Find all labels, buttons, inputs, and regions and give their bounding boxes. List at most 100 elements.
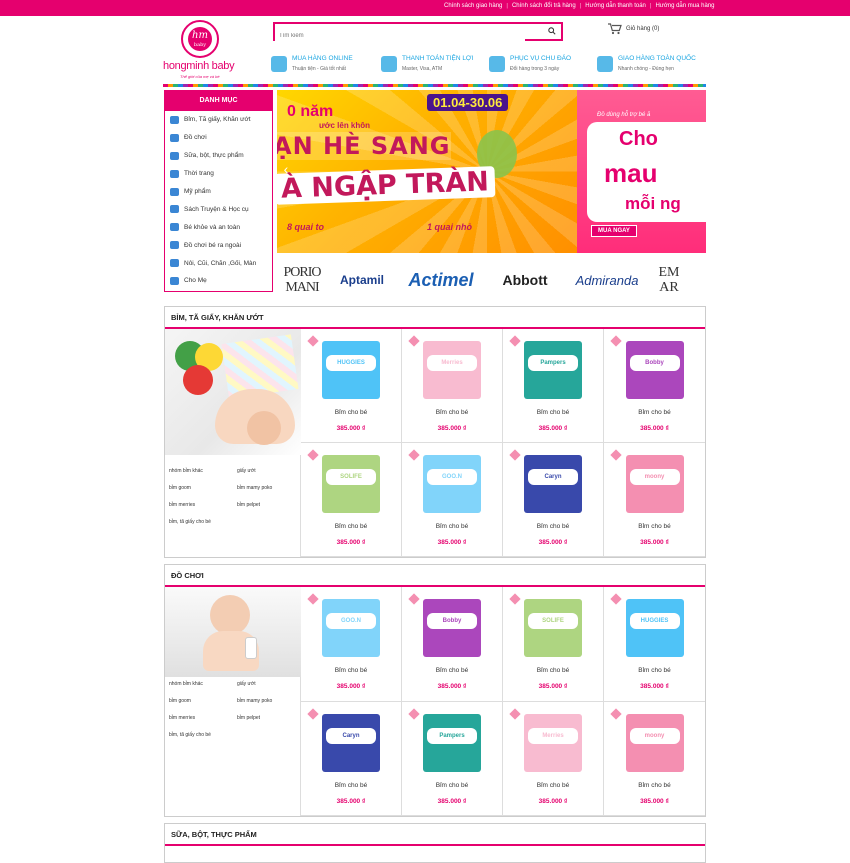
product-image[interactable]: GOO.N <box>423 455 481 513</box>
brand-abbott[interactable]: Abbott <box>485 272 565 288</box>
product-price: 385.000 ₫ <box>538 797 568 805</box>
product-image[interactable]: SOLIFE <box>322 455 380 513</box>
cart-button[interactable]: Giỏ hàng (0) <box>608 23 659 35</box>
product-image[interactable]: Bobby <box>625 341 684 399</box>
product-name[interactable]: Bỉm cho bé <box>503 409 603 416</box>
product-card[interactable]: moony Bỉm cho bé 385.000 ₫ <box>604 443 705 557</box>
product-image[interactable]: Caryn <box>322 713 380 772</box>
product-name[interactable]: Bỉm cho bé <box>301 782 401 789</box>
product-name[interactable]: Bỉm cho bé <box>604 523 705 530</box>
sidebar-item-mom[interactable]: Cho Mẹ <box>165 272 272 290</box>
product-name[interactable]: Bỉm cho bé <box>301 667 401 674</box>
product-image[interactable]: Pampers <box>423 713 481 772</box>
product-card[interactable]: GOO.N Bỉm cho bé 385.000 ₫ <box>402 443 503 557</box>
product-image[interactable]: Pampers <box>524 341 582 399</box>
product-name[interactable]: Bỉm cho bé <box>503 523 603 530</box>
sub-link[interactable]: nhóm bỉm khác <box>169 468 203 474</box>
banner-line5: 1 quai nhỏ <box>427 222 472 232</box>
sub-link[interactable]: bỉm merries <box>169 502 195 508</box>
product-brand-label: Caryn <box>326 727 376 744</box>
section-title[interactable]: ĐỒ CHƠI <box>165 565 705 587</box>
product-brand-label: GOO.N <box>427 469 477 485</box>
product-card[interactable]: Merries Bỉm cho bé 385.000 ₫ <box>503 701 604 816</box>
product-image[interactable]: Caryn <box>524 455 582 513</box>
product-image[interactable]: Merries <box>423 341 481 399</box>
sub-link[interactable]: nhóm bỉm khác <box>169 681 203 687</box>
sub-link[interactable]: bỉm pelpet <box>237 502 260 508</box>
product-name[interactable]: Bỉm cho bé <box>301 409 401 416</box>
product-card[interactable]: Bobby Bỉm cho bé 385.000 ₫ <box>402 587 503 702</box>
brand-emporio[interactable]: EM AR <box>649 265 689 295</box>
sub-link[interactable]: giấy ướt <box>237 468 256 474</box>
product-name[interactable]: Bỉm cho bé <box>503 782 603 789</box>
section-hero-image <box>165 329 301 455</box>
brand-actimel[interactable]: Actimel <box>397 270 485 291</box>
sub-link[interactable]: bỉm goom <box>169 698 191 704</box>
product-card[interactable]: Pampers Bỉm cho bé 385.000 ₫ <box>402 701 503 816</box>
product-name[interactable]: Bỉm cho bé <box>604 782 705 789</box>
product-card[interactable]: Merries Bỉm cho bé 385.000 ₫ <box>402 329 503 443</box>
sidebar-item-milk[interactable]: Sữa, bột, thực phẩm <box>165 147 272 165</box>
brand-armani[interactable]: PORIO MANI <box>277 265 327 295</box>
sub-link[interactable]: bỉm merries <box>169 715 195 721</box>
product-card[interactable]: SOLIFE Bỉm cho bé 385.000 ₫ <box>301 443 402 557</box>
search-input[interactable] <box>275 28 525 44</box>
top-link-howtobuy[interactable]: Hướng dẫn mua hàng <box>655 3 714 9</box>
product-card[interactable]: GOO.N Bỉm cho bé 385.000 ₫ <box>301 587 402 702</box>
product-image[interactable]: GOO.N <box>322 599 380 657</box>
sub-link[interactable]: bỉm pelpet <box>237 715 260 721</box>
product-card[interactable]: HUGGIES Bỉm cho bé 385.000 ₫ <box>301 329 402 443</box>
product-card[interactable]: HUGGIES Bỉm cho bé 385.000 ₫ <box>604 587 705 702</box>
sub-link[interactable]: bỉm, tã giấy cho bé <box>169 519 211 525</box>
sidebar-item-cosmetics[interactable]: Mỹ phẩm <box>165 183 272 201</box>
product-card[interactable]: moony Bỉm cho bé 385.000 ₫ <box>604 702 705 816</box>
promo-banner[interactable]: 01.04-30.06 0 năm ước lên khôn ẠN HÈ SAN… <box>277 90 706 253</box>
product-brand-label: HUGGIES <box>326 355 376 371</box>
product-name[interactable]: Bỉm cho bé <box>503 667 603 674</box>
product-name[interactable]: Bỉm cho bé <box>402 523 502 530</box>
sub-link[interactable]: giấy ướt <box>237 681 256 687</box>
sidebar-item-books[interactable]: Sách Truyện & Học cụ <box>165 200 272 218</box>
product-name[interactable]: Bỉm cho bé <box>301 523 401 530</box>
product-image[interactable]: HUGGIES <box>625 599 684 657</box>
banner-buy-button[interactable]: MUA NGAY <box>591 225 637 237</box>
banner-next-arrow[interactable]: › <box>692 160 702 178</box>
product-image[interactable]: Bobby <box>423 599 481 657</box>
product-image[interactable]: moony <box>625 713 684 772</box>
brand-aptamil[interactable]: Aptamil <box>327 273 397 287</box>
sidebar-item-toys[interactable]: Đồ chơi <box>165 129 272 147</box>
top-link-shipping[interactable]: Chính sách giao hàng <box>444 3 502 9</box>
product-card[interactable]: Caryn Bỉm cho bé 385.000 ₫ <box>301 701 402 816</box>
search-icon[interactable] <box>548 27 556 35</box>
product-image[interactable]: Merries <box>524 713 582 772</box>
product-image[interactable]: HUGGIES <box>322 341 380 399</box>
product-image[interactable]: moony <box>625 455 684 513</box>
top-link-returns[interactable]: Chính sách đổi trả hàng <box>512 3 576 9</box>
product-name[interactable]: Bỉm cho bé <box>604 409 705 416</box>
sidebar-item-outdoor[interactable]: Đồ chơi bé ra ngoài <box>165 236 272 254</box>
sub-link[interactable]: bỉm goom <box>169 485 191 491</box>
product-name[interactable]: Bỉm cho bé <box>402 782 502 789</box>
product-card[interactable]: SOLIFE Bỉm cho bé 385.000 ₫ <box>503 587 604 702</box>
product-name[interactable]: Bỉm cho bé <box>402 667 502 674</box>
brand-admiranda[interactable]: Admiranda <box>565 273 649 288</box>
product-card[interactable]: Pampers Bỉm cho bé 385.000 ₫ <box>503 329 604 443</box>
product-card[interactable]: Caryn Bỉm cho bé 385.000 ₫ <box>503 443 604 557</box>
sub-link[interactable]: bỉm, tã giấy cho bé <box>169 732 211 738</box>
section-title[interactable]: SỮA, BỘT, THỰC PHẨM <box>165 824 705 846</box>
sub-link[interactable]: bỉm mamy poko <box>237 698 272 704</box>
sidebar-item-crib[interactable]: Nôi, Cũi, Chăn ,Gối, Màn <box>165 254 272 272</box>
sidebar-item-fashion[interactable]: Thời trang <box>165 165 272 183</box>
site-logo[interactable]: hm baby hongminh baby Thế giới của mẹ và … <box>163 20 238 82</box>
product-card[interactable]: Bobby Bỉm cho bé 385.000 ₫ <box>604 329 705 443</box>
top-link-payment[interactable]: Hướng dẫn thanh toán <box>585 3 646 9</box>
product-name[interactable]: Bỉm cho bé <box>604 667 705 674</box>
sidebar-item-diapers[interactable]: Bỉm, Tã giấy, Khăn ướt <box>165 111 272 129</box>
book-icon <box>170 205 179 214</box>
section-title[interactable]: BỈM, TÃ GIẤY, KHĂN ƯỚT <box>165 307 705 329</box>
sub-link[interactable]: bỉm mamy poko <box>237 485 272 491</box>
banner-prev-arrow[interactable]: ‹ <box>281 160 291 178</box>
product-image[interactable]: SOLIFE <box>524 599 582 657</box>
sidebar-item-safety[interactable]: Bé khỏe và an toàn <box>165 218 272 236</box>
product-name[interactable]: Bỉm cho bé <box>402 409 502 416</box>
